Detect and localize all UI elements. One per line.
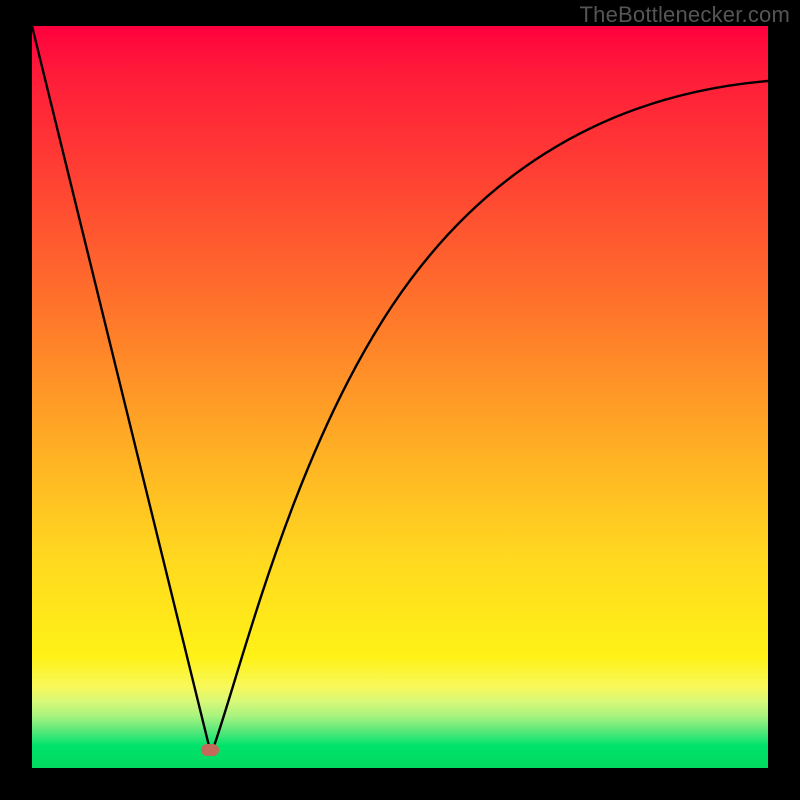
curve-path <box>32 26 768 749</box>
bottleneck-curve <box>32 26 768 768</box>
optimal-marker <box>201 744 219 756</box>
chart-frame: TheBottlenecker.com <box>0 0 800 800</box>
plot-area <box>32 26 768 768</box>
watermark-text: TheBottlenecker.com <box>580 2 790 28</box>
